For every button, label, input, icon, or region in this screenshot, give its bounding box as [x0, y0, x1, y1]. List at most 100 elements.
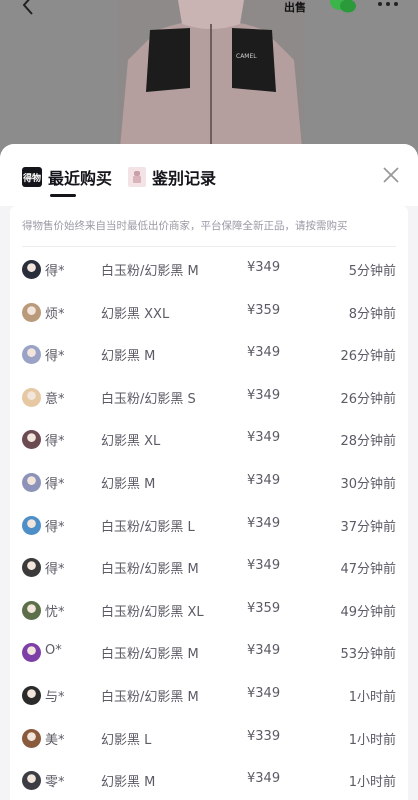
purchase-time: 1小时前 [348, 732, 396, 748]
product-spec: 幻影黑 M [101, 775, 156, 791]
price: ¥359 [247, 600, 281, 616]
authentication-icon [128, 167, 146, 187]
buyer-name: 烦* [45, 306, 65, 322]
purchase-time: 28分钟前 [340, 434, 396, 450]
sell-label: 出售 [284, 1, 306, 14]
price-notice: 得物售价始终来自当时最低出价商家，平台保障全新正品，请按需购买 [22, 220, 348, 232]
product-spec: 幻影黑 XXL [101, 306, 170, 322]
tab-label: 最近购买 [48, 169, 113, 188]
purchase-time: 53分钟前 [340, 647, 396, 663]
product-spec: 幻影黑 XL [101, 434, 161, 450]
purchase-time: 5分钟前 [348, 264, 396, 279]
buyer-name: 忧* [45, 604, 65, 620]
product-spec: 幻影黑 M [101, 476, 156, 492]
purchase-row: 零* 幻影黑 M ¥349 1小时前 [10, 759, 408, 800]
purchase-row: O* 白玉粉/幻影黑 M ¥349 53分钟前 [10, 631, 408, 674]
purchase-row: 得* 幻影黑 XL ¥349 28分钟前 [10, 418, 408, 461]
back-arrow-icon[interactable] [18, 0, 40, 16]
product-spec: 白玉粉/幻影黑 M [101, 647, 199, 663]
dewu-logo-icon: 得物 [22, 167, 42, 187]
tab-authentication-records[interactable]: 鉴别记录 [128, 164, 216, 190]
tab-label: 鉴别记录 [152, 169, 217, 188]
price: ¥349 [247, 472, 281, 488]
active-tab-indicator [50, 194, 76, 197]
avatar [22, 771, 41, 791]
product-spec: 白玉粉/幻影黑 XL [101, 604, 204, 620]
tab-recent-purchases[interactable]: 得物 最近购买 [22, 164, 112, 190]
buyer-name: 得* [45, 264, 65, 279]
purchase-time: 1小时前 [348, 775, 396, 791]
purchase-time: 30分钟前 [340, 476, 396, 492]
price: ¥339 [247, 728, 281, 744]
purchase-time: 26分钟前 [340, 349, 396, 365]
buyer-name: 与* [45, 689, 65, 705]
buyer-name: 意* [45, 391, 65, 407]
tab-bar: 得物 最近购买 鉴别记录 [0, 144, 418, 206]
purchase-row: 意* 白玉粉/幻影黑 S ¥349 26分钟前 [10, 376, 408, 419]
price: ¥349 [247, 387, 281, 403]
avatar [22, 302, 41, 322]
avatar [22, 728, 41, 748]
avatar [22, 345, 41, 365]
sell-icon[interactable]: 出售 [284, 0, 308, 18]
purchase-row: 烦* 幻影黑 XXL ¥359 8分钟前 [10, 291, 408, 334]
price: ¥359 [247, 302, 281, 318]
price: ¥349 [247, 643, 281, 659]
purchase-row: 得* 幻影黑 M ¥349 30分钟前 [10, 461, 408, 504]
buyer-name: 得* [45, 519, 65, 535]
avatar [22, 430, 41, 450]
dewu-logo-text: 得物 [22, 173, 41, 184]
purchase-row: 得* 幻影黑 M ¥349 26分钟前 [10, 333, 408, 376]
purchase-row: 美* 幻影黑 L ¥339 1小时前 [10, 717, 408, 760]
buyer-name: 得* [45, 349, 65, 365]
svg-text:CAMEL: CAMEL [236, 53, 257, 60]
purchase-row: 得* 白玉粉/幻影黑 L ¥349 37分钟前 [10, 504, 408, 547]
product-spec: 白玉粉/幻影黑 M [101, 264, 199, 279]
price: ¥349 [247, 515, 281, 531]
avatar [22, 515, 41, 535]
price: ¥349 [247, 771, 281, 787]
wechat-icon[interactable] [330, 0, 356, 14]
buyer-name: O* [45, 643, 62, 659]
avatar [22, 260, 41, 279]
buyer-name: 美* [45, 732, 65, 748]
product-spec: 白玉粉/幻影黑 M [101, 689, 199, 705]
product-spec: 白玉粉/幻影黑 M [101, 562, 199, 578]
purchase-row: 得* 白玉粉/幻影黑 M ¥349 47分钟前 [10, 546, 408, 589]
purchase-time: 8分钟前 [348, 306, 396, 322]
avatar [22, 472, 41, 492]
purchase-list-card: 得物售价始终来自当时最低出价商家，平台保障全新正品，请按需购买 得* 白玉粉/幻影… [10, 206, 408, 800]
price: ¥349 [247, 345, 281, 361]
top-bar: 出售 [0, 0, 418, 22]
avatar [22, 600, 41, 620]
purchase-row: 与* 白玉粉/幻影黑 M ¥349 1小时前 [10, 674, 408, 717]
purchase-row: 得* 白玉粉/幻影黑 M ¥349 5分钟前 [10, 248, 408, 291]
buyer-name: 得* [45, 562, 65, 578]
purchase-time: 26分钟前 [340, 391, 396, 407]
divider [22, 246, 396, 247]
buyer-name: 得* [45, 434, 65, 450]
purchase-time: 1小时前 [348, 689, 396, 705]
avatar [22, 387, 41, 407]
close-icon[interactable] [382, 166, 400, 184]
price: ¥349 [247, 430, 281, 446]
buyer-name: 得* [45, 476, 65, 492]
avatar [22, 643, 41, 663]
avatar [22, 685, 41, 705]
price: ¥349 [247, 558, 281, 574]
purchase-time: 37分钟前 [340, 519, 396, 535]
recent-purchases-sheet: 得物 最近购买 鉴别记录 得物售价始终来自当时最低出价商家，平台保障全新正品，请… [0, 144, 418, 800]
purchase-row: 忧* 白玉粉/幻影黑 XL ¥359 49分钟前 [10, 589, 408, 632]
purchase-time: 47分钟前 [340, 562, 396, 578]
price: ¥349 [247, 685, 281, 701]
price: ¥349 [247, 260, 281, 275]
buyer-name: 零* [45, 775, 65, 791]
product-spec: 幻影黑 M [101, 349, 156, 365]
product-spec: 白玉粉/幻影黑 S [101, 391, 196, 407]
avatar [22, 558, 41, 578]
product-spec: 白玉粉/幻影黑 L [101, 519, 195, 535]
more-icon[interactable] [376, 0, 400, 10]
product-spec: 幻影黑 L [101, 732, 152, 748]
purchase-time: 49分钟前 [340, 604, 396, 620]
purchase-list: 得* 白玉粉/幻影黑 M ¥349 5分钟前 烦* 幻影黑 XXL ¥359 8分钟前 得* 幻影… [10, 248, 408, 800]
